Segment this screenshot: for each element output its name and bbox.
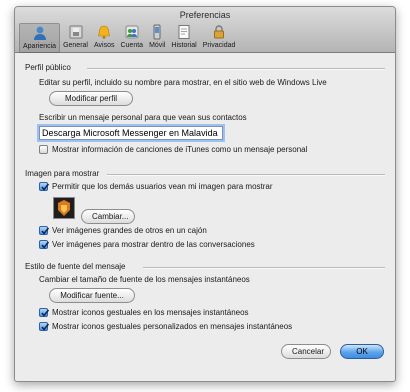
tab-label: Apariencia (23, 43, 57, 50)
font-size-label: Cambiar el tamaño de fuente de los mensa… (39, 275, 250, 284)
tab-cuenta[interactable]: Cuenta (117, 23, 146, 53)
divider (143, 267, 385, 269)
tab-label: Cuenta (120, 42, 144, 49)
preferences-window: Preferencias Apariencia General Avisos C… (14, 6, 396, 382)
tab-label: Avisos (93, 42, 115, 49)
account-icon (125, 25, 139, 39)
custom-emoticons-label: Mostrar iconos gestuales personalizados … (52, 322, 293, 331)
custom-emoticons-checkbox[interactable] (39, 322, 50, 331)
ok-button[interactable]: OK (340, 344, 384, 359)
tab-avisos[interactable]: Avisos (91, 23, 118, 53)
large-images-label: Ver imágenes grandes de otros en un cajó… (52, 226, 207, 235)
tab-label: Privacidad (202, 42, 236, 49)
itunes-label: Mostrar información de canciones de iTun… (52, 145, 308, 154)
tab-historial[interactable]: Historial (168, 23, 199, 53)
personal-message-input[interactable]: Descarga Microsoft Messenger en Malavida (39, 126, 223, 140)
perfil-description: Editar su perfil, incluido su nombre par… (39, 78, 327, 87)
large-images-checkbox[interactable] (39, 226, 50, 235)
imagen-section-title: Imagen para mostrar (25, 169, 100, 178)
allow-image-checkbox[interactable] (39, 182, 50, 191)
switch-icon (69, 25, 83, 39)
tab-privacidad[interactable]: Privacidad (200, 23, 239, 53)
window-title: Preferencias (179, 10, 231, 20)
phone-icon (153, 24, 161, 40)
history-icon (178, 25, 190, 39)
edit-profile-button[interactable]: Modificar perfil (49, 91, 133, 106)
change-picture-button[interactable]: Cambiar... (81, 209, 135, 224)
lock-icon (214, 25, 225, 39)
conversation-images-label: Ver imágenes para mostrar dentro de las … (52, 240, 255, 249)
perfil-section-title: Perfil público (25, 63, 71, 72)
itunes-checkbox[interactable] (39, 145, 48, 154)
conversation-images-checkbox[interactable] (39, 240, 50, 249)
fuente-section-title: Estilo de fuente del mensaje (25, 262, 126, 271)
personal-message-label: Escribir un mensaje personal para que ve… (39, 113, 247, 122)
divider (87, 68, 385, 70)
cancel-button[interactable]: Cancelar (281, 344, 331, 359)
emoticons-checkbox[interactable] (39, 308, 50, 317)
emoticons-label: Mostrar iconos gestuales en los mensajes… (52, 308, 249, 317)
divider (107, 174, 385, 176)
tab-movil[interactable]: Móvil (146, 23, 168, 53)
change-font-button[interactable]: Modificar fuente... (49, 288, 135, 303)
tab-label: General (63, 42, 88, 49)
person-icon (33, 26, 46, 40)
tab-label: Historial (171, 42, 197, 49)
tab-apariencia[interactable]: Apariencia (19, 23, 61, 53)
display-picture (53, 197, 75, 219)
bell-icon (98, 25, 111, 39)
toolbar: Preferencias Apariencia General Avisos C… (15, 7, 395, 53)
tab-general[interactable]: General (60, 23, 91, 53)
allow-image-label: Permitir que los demás usuarios vean mi … (52, 182, 273, 191)
tab-label: Móvil (149, 42, 166, 49)
